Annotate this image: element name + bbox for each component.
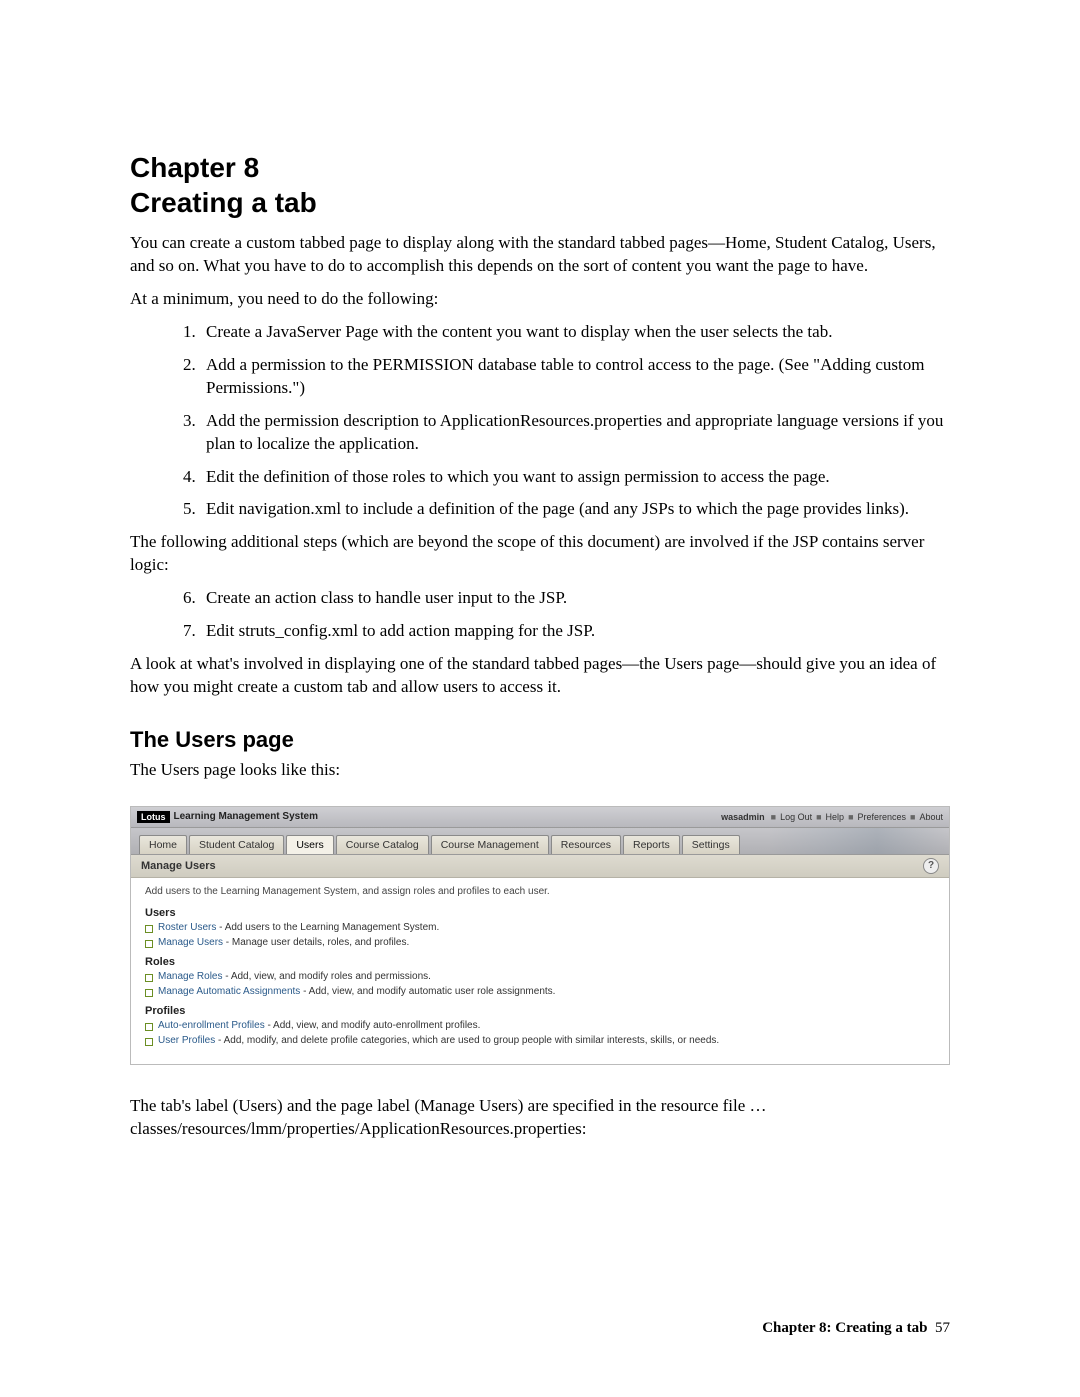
list-item: User Profiles - Add, modify, and delete … [145, 1035, 935, 1046]
tab-course-catalog[interactable]: Course Catalog [336, 835, 429, 854]
step-item: Add a permission to the PERMISSION datab… [200, 354, 950, 400]
tab-bar: Home Student Catalog Users Course Catalo… [131, 828, 949, 855]
chapter-heading: Chapter 8 Creating a tab [130, 150, 950, 220]
link-desc: - Add, view, and modify roles and permis… [222, 971, 430, 982]
link-manage-users[interactable]: Manage Users [158, 937, 223, 948]
step-item: Create a JavaServer Page with the conten… [200, 321, 950, 344]
app-titlebar: Lotus Learning Management System wasadmi… [131, 807, 949, 828]
link-desc: - Add, view, and modify auto-enrollment … [265, 1020, 481, 1031]
steps-list-a: Create a JavaServer Page with the conten… [130, 321, 950, 522]
link-desc: - Manage user details, roles, and profil… [223, 937, 409, 948]
list-item: Manage Automatic Assignments - Add, view… [145, 986, 935, 997]
link-desc: - Add users to the Learning Management S… [216, 922, 439, 933]
separator-icon: ■ [816, 812, 821, 822]
bullet-icon [145, 925, 153, 933]
chapter-title-text: Creating a tab [130, 187, 317, 218]
group-title-profiles: Profiles [145, 1005, 935, 1017]
bullet-icon [145, 1023, 153, 1031]
current-user: wasadmin [721, 812, 765, 822]
intro-paragraph: You can create a custom tabbed page to d… [130, 232, 950, 278]
footer-chapter-label: Chapter 8: Creating a tab [762, 1320, 927, 1336]
section-users-page-title: The Users page [130, 727, 950, 753]
bullet-icon [145, 974, 153, 982]
bullet-icon [145, 940, 153, 948]
list-item: Roster Users - Add users to the Learning… [145, 922, 935, 933]
link-desc: - Add, view, and modify automatic user r… [300, 986, 555, 997]
product-name: Learning Management System [174, 811, 318, 822]
step-item: Edit the definition of those roles to wh… [200, 466, 950, 489]
step-item: Create an action class to handle user in… [200, 587, 950, 610]
panel-header: Manage Users ? [131, 855, 949, 878]
separator-icon: ■ [910, 812, 915, 822]
separator-icon: ■ [848, 812, 853, 822]
tab-home[interactable]: Home [139, 835, 187, 854]
link-user-profiles[interactable]: User Profiles [158, 1035, 215, 1046]
tab-resources[interactable]: Resources [551, 835, 621, 854]
link-roster-users[interactable]: Roster Users [158, 922, 216, 933]
list-item: Manage Roles - Add, view, and modify rol… [145, 971, 935, 982]
closing-paragraph: A look at what's involved in displaying … [130, 653, 950, 699]
brand-badge: Lotus [137, 811, 170, 823]
list-item: Auto-enrollment Profiles - Add, view, an… [145, 1020, 935, 1031]
step-item: Edit navigation.xml to include a definit… [200, 498, 950, 521]
link-help[interactable]: Help [826, 812, 845, 822]
bullet-icon [145, 989, 153, 997]
tab-student-catalog[interactable]: Student Catalog [189, 835, 284, 854]
separator-icon: ■ [771, 812, 776, 822]
section-users-page-lead: The Users page looks like this: [130, 759, 950, 782]
users-page-screenshot: Lotus Learning Management System wasadmi… [130, 806, 950, 1065]
panel-body: Add users to the Learning Management Sys… [131, 878, 949, 1064]
link-auto-enrollment-profiles[interactable]: Auto-enrollment Profiles [158, 1020, 265, 1031]
bullet-icon [145, 1038, 153, 1046]
minimum-lead: At a minimum, you need to do the followi… [130, 288, 950, 311]
tab-settings[interactable]: Settings [682, 835, 740, 854]
link-preferences[interactable]: Preferences [858, 812, 907, 822]
link-manage-automatic-assignments[interactable]: Manage Automatic Assignments [158, 986, 300, 997]
group-title-roles: Roles [145, 956, 935, 968]
decorative-swoosh [769, 828, 949, 854]
link-desc: - Add, modify, and delete profile catego… [215, 1035, 719, 1046]
step-item: Add the permission description to Applic… [200, 410, 950, 456]
help-icon[interactable]: ? [923, 858, 939, 874]
chapter-number: Chapter 8 [130, 152, 259, 183]
panel-lead: Add users to the Learning Management Sys… [145, 886, 935, 897]
tab-course-management[interactable]: Course Management [431, 835, 549, 854]
group-title-users: Users [145, 907, 935, 919]
tab-users[interactable]: Users [286, 835, 333, 854]
link-about[interactable]: About [919, 812, 943, 822]
topbar-right: wasadmin ■ Log Out ■ Help ■ Preferences … [721, 812, 943, 822]
additional-lead: The following additional steps (which ar… [130, 531, 950, 577]
page-footer: Chapter 8: Creating a tab 57 [762, 1320, 950, 1337]
tab-reports[interactable]: Reports [623, 835, 680, 854]
link-logout[interactable]: Log Out [780, 812, 812, 822]
footer-page-number: 57 [935, 1320, 950, 1336]
step-item: Edit struts_config.xml to add action map… [200, 620, 950, 643]
list-item: Manage Users - Manage user details, role… [145, 937, 935, 948]
link-manage-roles[interactable]: Manage Roles [158, 971, 222, 982]
steps-list-b: Create an action class to handle user in… [130, 587, 950, 643]
after-screenshot-paragraph: The tab's label (Users) and the page lab… [130, 1095, 950, 1141]
panel-title: Manage Users [141, 860, 216, 872]
